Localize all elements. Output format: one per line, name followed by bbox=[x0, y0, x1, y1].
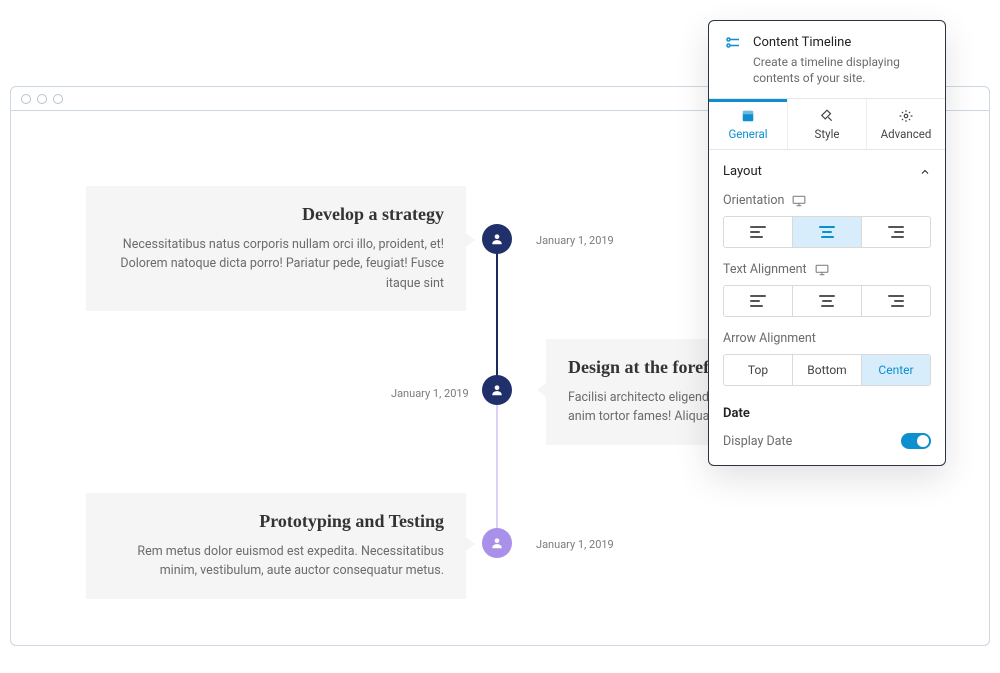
orientation-left[interactable] bbox=[724, 217, 792, 247]
window-dot bbox=[37, 94, 47, 104]
timeline-card[interactable]: Prototyping and Testing Rem metus dolor … bbox=[86, 493, 466, 599]
arrow-align-bottom[interactable]: Bottom bbox=[792, 355, 861, 385]
block-type-icon bbox=[723, 35, 743, 86]
chevron-up-icon bbox=[919, 166, 931, 178]
panel-tabs: General Style Advanced bbox=[709, 98, 945, 150]
timeline-date: January 1, 2019 bbox=[391, 387, 469, 400]
field-label: Orientation bbox=[723, 193, 784, 208]
panel-description: Create a timeline displaying contents of… bbox=[753, 54, 931, 86]
panel-header: Content Timeline Create a timeline displ… bbox=[709, 21, 945, 98]
section-title: Layout bbox=[723, 164, 762, 179]
timeline-date: January 1, 2019 bbox=[536, 234, 614, 247]
timeline-card[interactable]: Develop a strategy Necessitatibus natus … bbox=[86, 186, 466, 311]
tab-general[interactable]: General bbox=[709, 99, 787, 149]
orientation-right[interactable] bbox=[861, 217, 930, 247]
window-dot bbox=[53, 94, 63, 104]
section-layout-toggle[interactable]: Layout bbox=[709, 150, 945, 193]
panel-title: Content Timeline bbox=[753, 35, 931, 50]
desktop-icon[interactable] bbox=[792, 195, 806, 207]
timeline-card-arrow bbox=[537, 383, 546, 397]
timeline-card-arrow bbox=[466, 233, 475, 247]
tab-label: Advanced bbox=[881, 127, 932, 141]
window-dot bbox=[21, 94, 31, 104]
text-align-left[interactable] bbox=[724, 286, 792, 316]
arrow-align-top[interactable]: Top bbox=[724, 355, 792, 385]
display-date-toggle[interactable] bbox=[901, 433, 931, 449]
tab-advanced[interactable]: Advanced bbox=[866, 99, 945, 149]
display-date-label: Display Date bbox=[723, 434, 792, 449]
timeline-card-title: Prototyping and Testing bbox=[108, 511, 444, 532]
settings-panel: Content Timeline Create a timeline displ… bbox=[708, 20, 946, 466]
text-alignment-field: Text Alignment bbox=[709, 262, 945, 331]
field-label: Text Alignment bbox=[723, 262, 807, 277]
timeline-node-icon bbox=[482, 528, 512, 558]
orientation-field: Orientation bbox=[709, 193, 945, 262]
orientation-segmented bbox=[723, 216, 931, 248]
arrow-align-center[interactable]: Center bbox=[861, 355, 930, 385]
tab-label: General bbox=[728, 127, 767, 141]
date-section-heading: Date bbox=[709, 400, 945, 433]
text-align-segmented bbox=[723, 285, 931, 317]
timeline-card-title: Develop a strategy bbox=[108, 204, 444, 225]
timeline-card-body: Necessitatibus natus corporis nullam orc… bbox=[108, 235, 444, 293]
text-align-right[interactable] bbox=[861, 286, 930, 316]
timeline-card-arrow bbox=[466, 537, 475, 551]
timeline-date: January 1, 2019 bbox=[536, 538, 614, 551]
tab-style[interactable]: Style bbox=[787, 99, 866, 149]
display-date-row: Display Date bbox=[709, 433, 945, 465]
tab-label: Style bbox=[815, 127, 840, 141]
timeline-node-icon bbox=[482, 224, 512, 254]
desktop-icon[interactable] bbox=[815, 264, 829, 276]
orientation-center[interactable] bbox=[792, 217, 861, 247]
arrow-align-segmented: Top Bottom Center bbox=[723, 354, 931, 386]
timeline-card-body: Rem metus dolor euismod est expedita. Ne… bbox=[108, 542, 444, 581]
arrow-alignment-field: Arrow Alignment Top Bottom Center bbox=[709, 331, 945, 400]
field-label: Arrow Alignment bbox=[723, 331, 816, 346]
timeline-node-icon bbox=[482, 375, 512, 405]
text-align-center[interactable] bbox=[792, 286, 861, 316]
